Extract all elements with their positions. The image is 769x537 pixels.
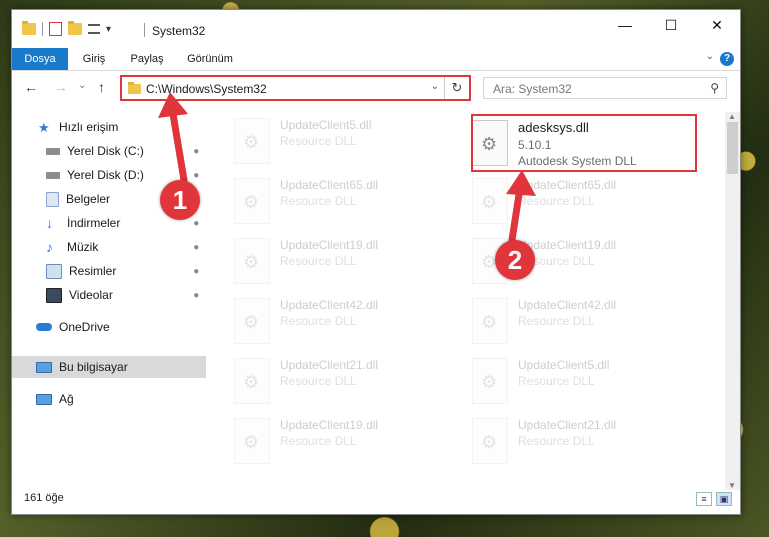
callout-badge-2: 2 — [495, 240, 535, 280]
callout-badge-1: 1 — [160, 180, 200, 220]
callout-arrow-1 — [168, 104, 188, 184]
callout-arrowhead-1 — [158, 92, 188, 118]
callout-arrowhead-2 — [506, 170, 536, 196]
callout-arrow-2 — [508, 184, 524, 244]
callout-arrows — [158, 92, 536, 244]
